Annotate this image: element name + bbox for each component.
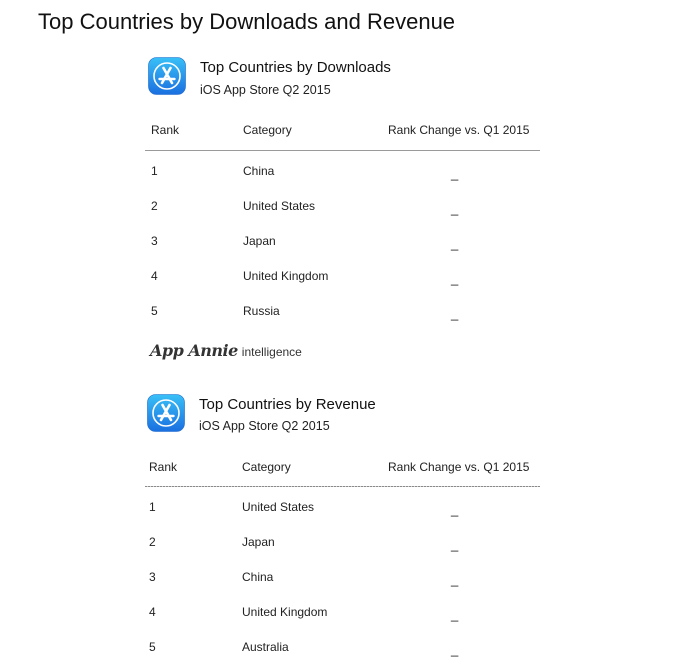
table-row: 4 United Kingdom _ (145, 269, 540, 304)
rank-change-cell: _ (451, 236, 459, 251)
rank-cell: 5 (149, 640, 156, 654)
rank-change-cell: _ (451, 607, 459, 622)
header-divider (145, 150, 540, 151)
rank-cell: 1 (151, 164, 158, 178)
rank-change-cell: _ (451, 572, 459, 587)
category-cell: Japan (242, 535, 275, 549)
category-column-header: Category (242, 460, 291, 474)
revenue-title: Top Countries by Revenue (199, 396, 376, 413)
watermark-suffix: intelligence (241, 345, 302, 359)
rank-cell: 3 (151, 234, 158, 248)
downloads-subtitle: iOS App Store Q2 2015 (200, 83, 331, 97)
table-row: 3 Japan _ (145, 234, 540, 269)
rank-change-cell: _ (451, 306, 459, 321)
rank-cell: 3 (149, 570, 156, 584)
rank-column-header: Rank (149, 460, 178, 474)
table-row: 3 China _ (145, 570, 540, 605)
downloads-title: Top Countries by Downloads (200, 59, 391, 76)
rank-cell: 4 (149, 605, 156, 619)
rank-change-cell: _ (451, 537, 459, 552)
category-cell: United States (243, 199, 316, 213)
category-cell: China (242, 570, 274, 584)
rank-change-column-header: Rank Change vs. Q1 2015 (388, 123, 530, 137)
category-column-header: Category (243, 123, 292, 137)
category-cell: Japan (243, 234, 276, 248)
rank-cell: 5 (151, 304, 158, 318)
rank-cell: 1 (149, 500, 156, 514)
table-row: 5 Russia _ (145, 304, 540, 339)
table-row: 2 United States _ (145, 199, 540, 234)
rank-change-cell: _ (451, 201, 459, 216)
table-row: 1 United States _ (145, 500, 540, 535)
rank-column-header: Rank (151, 123, 180, 137)
table-row: 5 Australia _ (145, 640, 540, 663)
rank-cell: 4 (151, 269, 158, 283)
category-cell: Australia (242, 640, 289, 654)
page-title: Top Countries by Downloads and Revenue (38, 9, 456, 34)
category-cell: United Kingdom (243, 269, 329, 283)
category-cell: United States (242, 500, 315, 514)
app-store-icon (147, 394, 185, 432)
app-store-icon (148, 57, 186, 95)
app-annie-watermark: App Annie intelligence (150, 341, 302, 361)
revenue-subtitle: iOS App Store Q2 2015 (199, 419, 330, 433)
rank-change-cell: _ (451, 642, 459, 657)
category-cell: Russia (243, 304, 280, 318)
table-row: 1 China _ (145, 164, 540, 199)
table-row: 4 United Kingdom _ (145, 605, 540, 640)
header-divider (145, 486, 540, 487)
rank-change-cell: _ (451, 502, 459, 517)
rank-change-cell: _ (451, 271, 459, 286)
category-cell: China (243, 164, 275, 178)
table-row: 2 Japan _ (145, 535, 540, 570)
rank-cell: 2 (149, 535, 156, 549)
rank-cell: 2 (151, 199, 158, 213)
rank-change-column-header: Rank Change vs. Q1 2015 (388, 460, 530, 474)
rank-change-cell: _ (451, 166, 459, 181)
category-cell: United Kingdom (242, 605, 328, 619)
watermark-brand: App Annie (150, 341, 238, 360)
